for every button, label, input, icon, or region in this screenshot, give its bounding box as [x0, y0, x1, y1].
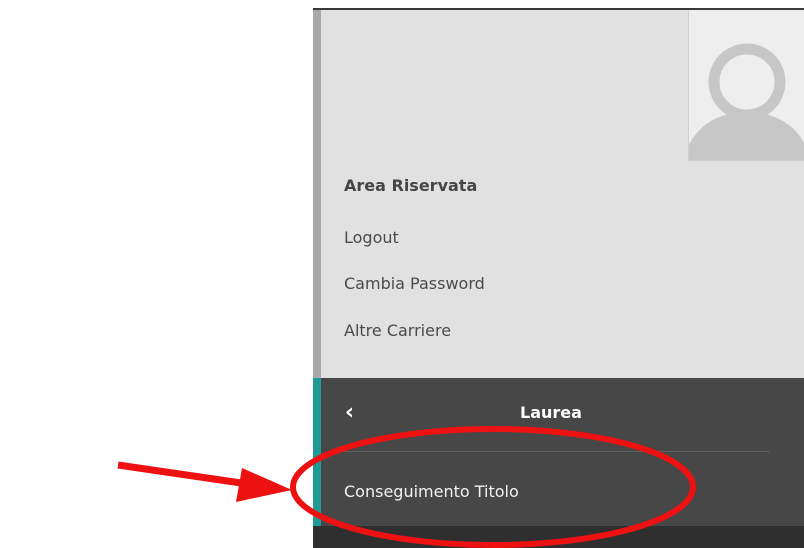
nav-divider	[343, 451, 770, 452]
menu-item-conseguimento-titolo[interactable]: Conseguimento Titolo	[344, 482, 519, 501]
avatar	[688, 10, 804, 161]
change-password-link[interactable]: Cambia Password	[344, 274, 485, 293]
navigation-menu: ‹ Laurea Conseguimento Titolo	[313, 378, 804, 548]
screenshot-stage: Area Riservata Logout Cambia Password Al…	[0, 0, 804, 548]
user-silhouette-icon	[689, 43, 804, 160]
user-panel: Area Riservata Logout Cambia Password Al…	[313, 10, 804, 378]
panel-left-border	[313, 10, 321, 378]
logout-link[interactable]: Logout	[344, 228, 399, 247]
nav-bottom-band	[313, 526, 804, 548]
area-riservata-heading: Area Riservata	[344, 176, 478, 195]
nav-section-title: Laurea	[520, 403, 582, 422]
red-arrow-icon	[117, 461, 292, 502]
other-careers-link[interactable]: Altre Carriere	[344, 321, 451, 340]
chevron-left-icon[interactable]: ‹	[345, 400, 354, 425]
nav-accent-border	[313, 378, 321, 548]
